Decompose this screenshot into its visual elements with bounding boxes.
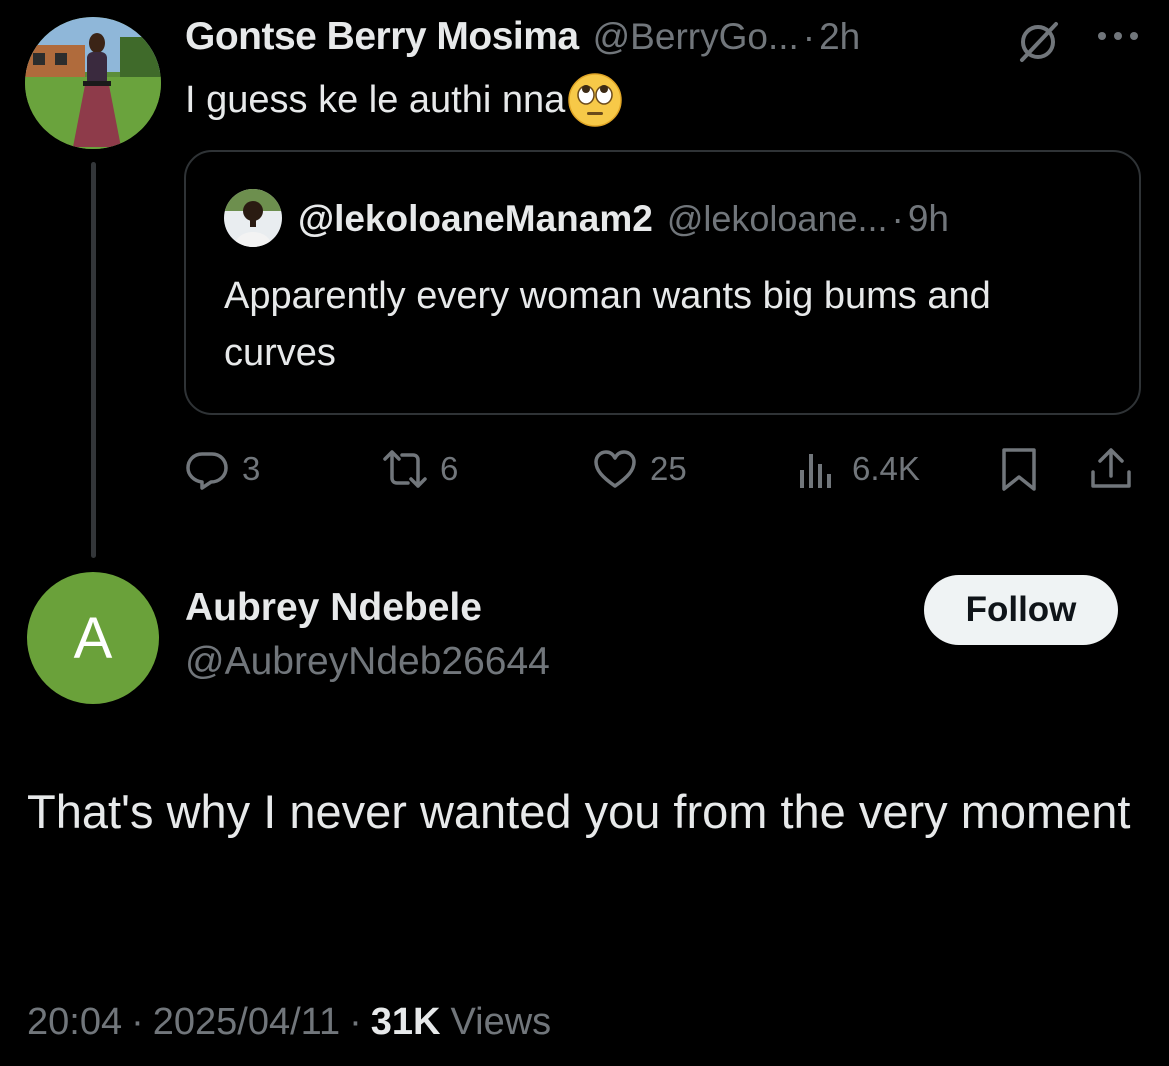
share-icon <box>1091 448 1131 488</box>
views-count: 6.4K <box>852 450 920 487</box>
reply-button[interactable]: 3 <box>184 446 260 492</box>
quoted-author-avatar[interactable] <box>224 189 282 247</box>
quoted-tweet-text: Apparently every woman wants big bums an… <box>224 275 991 374</box>
meta-separator: · <box>131 1000 144 1043</box>
avatar-photo-image <box>25 17 161 149</box>
thread-connector-line <box>91 162 96 558</box>
bookmark-icon <box>1002 448 1036 491</box>
meta-separator: · <box>349 1000 362 1043</box>
views-icon <box>800 454 831 488</box>
reply-tweet-text: That's why I never wanted you from the v… <box>27 785 1131 838</box>
parent-tweet-header: Gontse Berry Mosima @BerryGo... · 2h <box>185 12 860 62</box>
reply-author-name[interactable]: Aubrey Ndebele <box>185 586 482 630</box>
tweet-thread: Gontse Berry Mosima @BerryGo... · 2h I g… <box>0 0 1169 1066</box>
bookmark-button[interactable] <box>996 446 1042 492</box>
reply-author-handle[interactable]: @AubreyNdeb26644 <box>185 640 550 684</box>
tweet-action-bar: 3 6 25 6.4K <box>184 440 1144 500</box>
quoted-author-handle[interactable]: @lekoloane... <box>667 198 888 240</box>
parent-author-handle[interactable]: @BerryGo... <box>593 16 799 58</box>
reply-author-avatar[interactable]: A <box>27 572 159 704</box>
tweet-time[interactable]: 20:04 <box>27 1001 122 1044</box>
grok-icon[interactable] <box>1016 20 1060 64</box>
parent-tweet-text: I guess ke le authi nna <box>185 72 623 128</box>
tweet-meta: 20:04 · 2025/04/11 · 31K Views <box>27 996 551 1048</box>
quoted-tweet-header: @lekoloaneManam2 @lekoloane... · 9h <box>298 196 949 242</box>
parent-tweet-time[interactable]: 2h <box>819 16 860 58</box>
parent-author-avatar[interactable] <box>25 17 161 149</box>
header-separator: · <box>802 16 816 57</box>
reply-icon <box>186 452 228 490</box>
quoted-avatar-photo-image <box>224 189 282 247</box>
reply-count: 3 <box>242 450 261 487</box>
parent-tweet-body: I guess ke le authi nna <box>185 78 566 121</box>
repost-count: 6 <box>440 450 459 487</box>
like-button[interactable]: 25 <box>592 446 687 492</box>
tweet-views-label: Views <box>450 1000 552 1043</box>
quoted-author-name[interactable]: @lekoloaneManam2 <box>298 198 653 240</box>
views-button[interactable]: 6.4K <box>794 446 920 492</box>
rolling-eyes-emoji-icon <box>568 73 623 127</box>
more-icon[interactable] <box>1096 30 1140 42</box>
follow-button[interactable]: Follow <box>924 575 1118 645</box>
tweet-date[interactable]: 2025/04/11 <box>153 1001 340 1044</box>
repost-button[interactable]: 6 <box>382 446 458 492</box>
parent-author-name[interactable]: Gontse Berry Mosima <box>185 15 579 59</box>
like-icon <box>594 450 636 488</box>
like-count: 25 <box>650 450 687 487</box>
repost-icon <box>383 450 427 488</box>
quoted-tweet-time[interactable]: 9h <box>908 198 949 240</box>
quoted-header-separator: · <box>891 198 904 239</box>
quoted-tweet-card[interactable]: @lekoloaneManam2 @lekoloane... · 9h Appa… <box>184 150 1141 415</box>
share-button[interactable] <box>1088 446 1134 492</box>
tweet-views-count[interactable]: 31K <box>371 1001 441 1044</box>
